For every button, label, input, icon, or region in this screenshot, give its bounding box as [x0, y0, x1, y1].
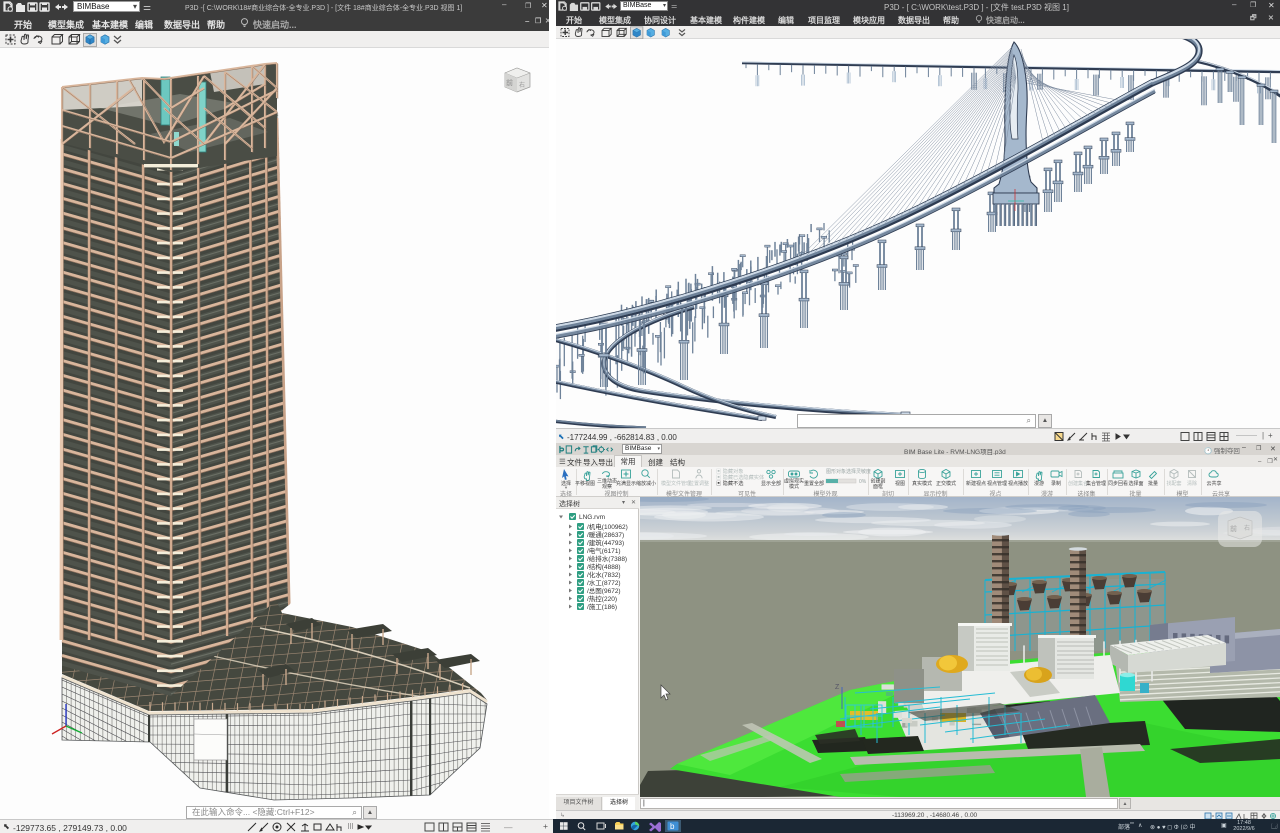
svg-text:面框: 面框 — [873, 483, 883, 490]
svg-text:充满显示: 充满显示 — [616, 480, 636, 487]
svg-text:位置调整: 位置调整 — [689, 480, 709, 487]
svg-text:/机电(100962): /机电(100962) — [587, 522, 628, 531]
svg-text:云共享: 云共享 — [1206, 480, 1221, 487]
svg-text:显示全部: 显示全部 — [761, 480, 781, 487]
svg-text:▣ 隐藏对象: ▣ 隐藏对象 — [716, 467, 743, 475]
svg-text:找配套: 找配套 — [1166, 480, 1181, 487]
svg-text:/总图(9672): /总图(9672) — [587, 586, 621, 595]
svg-text:正交模式: 正交模式 — [936, 480, 956, 487]
svg-text:同步回看: 同步回看 — [1108, 480, 1128, 487]
svg-text:集合管理: 集合管理 — [1086, 480, 1106, 487]
svg-text:模型文件管理: 模型文件管理 — [661, 480, 691, 487]
svg-text:视图: 视图 — [895, 480, 905, 487]
svg-text:▣ 隐藏已选隐藏实体: ▣ 隐藏已选隐藏实体 — [716, 473, 765, 481]
svg-text:▣ 隐藏不选: ▣ 隐藏不选 — [716, 479, 743, 487]
svg-text:真实模式: 真实模式 — [912, 480, 932, 487]
svg-text:/施工(186): /施工(186) — [587, 602, 617, 611]
svg-text:LNG.rvm: LNG.rvm — [579, 514, 605, 521]
svg-text:观察: 观察 — [602, 483, 612, 490]
svg-text:0%: 0% — [859, 479, 867, 485]
svg-text:Z: Z — [835, 684, 840, 691]
svg-text:新建视点: 新建视点 — [966, 480, 986, 487]
svg-text:漫游: 漫游 — [1034, 480, 1044, 487]
svg-text:清除: 清除 — [1187, 480, 1197, 487]
svg-text:右: 右 — [1244, 524, 1250, 532]
svg-text:录制: 录制 — [1051, 480, 1061, 487]
svg-text:重置全部: 重置全部 — [804, 480, 824, 487]
svg-text:/给排水(7388): /给排水(7388) — [587, 554, 627, 563]
svg-text:缩放减小: 缩放减小 — [636, 480, 656, 487]
svg-text:/水工(8772): /水工(8772) — [587, 578, 621, 587]
svg-text:/结构(4888): /结构(4888) — [587, 562, 621, 571]
svg-text:平移视图: 平移视图 — [575, 480, 595, 487]
svg-text:视点管理: 视点管理 — [987, 480, 1007, 487]
svg-text:/建筑(44793): /建筑(44793) — [587, 538, 624, 547]
svg-text:前: 前 — [1230, 524, 1237, 533]
svg-text:前: 前 — [506, 78, 513, 87]
svg-text:视点播放: 视点播放 — [1008, 480, 1028, 487]
svg-text:图形对象选择灵敏度: 图形对象选择灵敏度 — [826, 468, 871, 475]
svg-text:右: 右 — [519, 81, 525, 89]
svg-text:b: b — [670, 822, 675, 831]
svg-text:/热控(220): /热控(220) — [587, 594, 617, 603]
svg-text:/暖通(28637): /暖通(28637) — [587, 530, 624, 539]
svg-text:/化水(7832): /化水(7832) — [587, 570, 621, 579]
svg-text:选择面: 选择面 — [1128, 480, 1143, 487]
svg-text:/电气(6171): /电气(6171) — [587, 546, 621, 555]
svg-text:模式: 模式 — [789, 483, 799, 490]
svg-text:批量: 批量 — [1148, 480, 1158, 487]
